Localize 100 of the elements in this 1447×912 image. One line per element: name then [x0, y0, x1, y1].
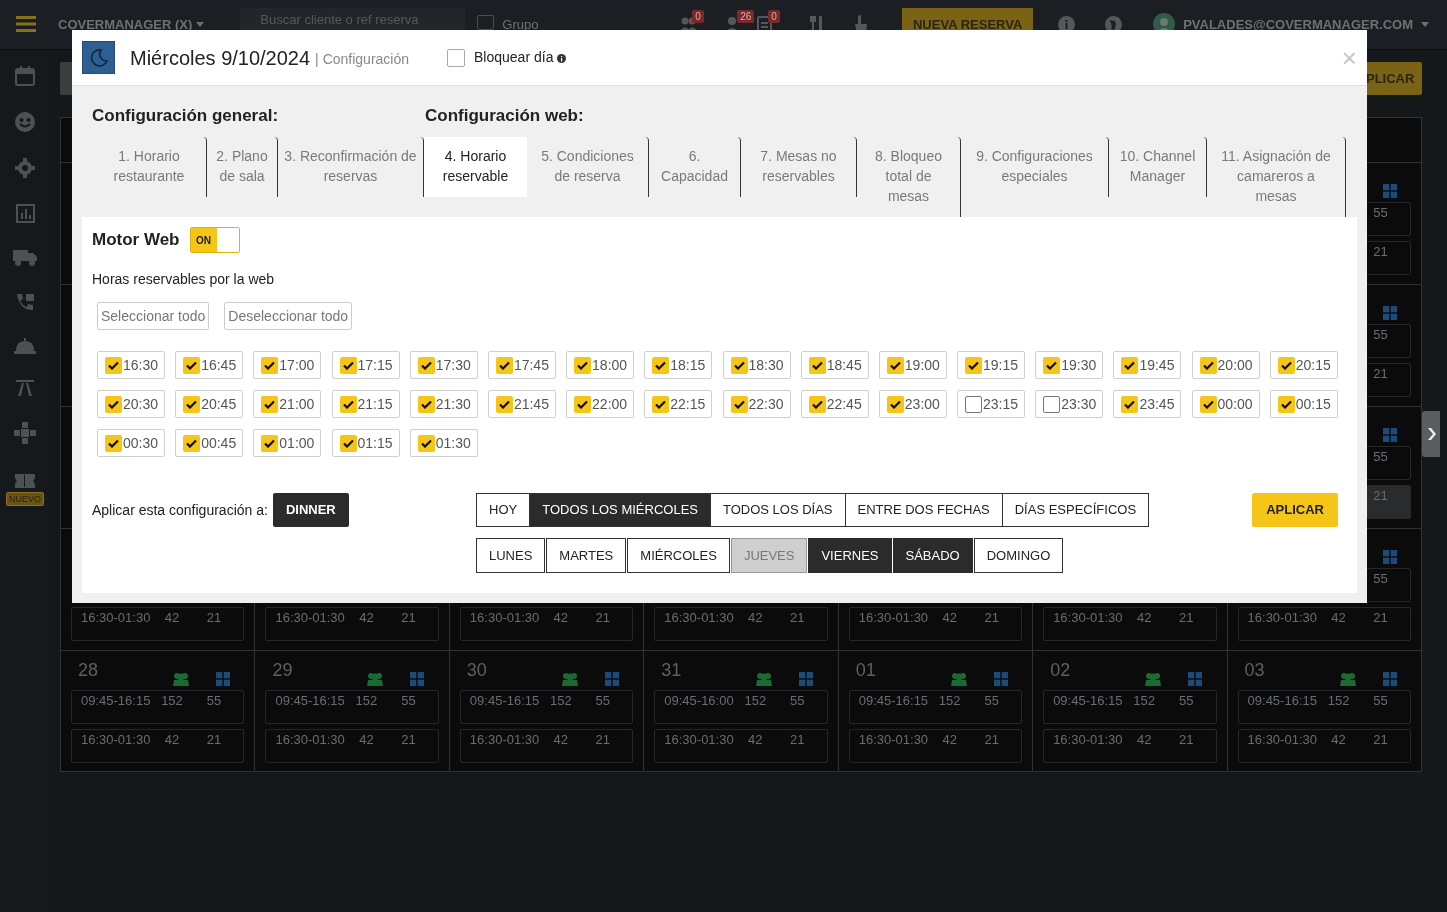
checkbox[interactable]	[652, 395, 670, 413]
time-option[interactable]: 22:30	[722, 390, 791, 418]
time-option[interactable]: 00:00	[1191, 390, 1260, 418]
time-option[interactable]: 19:45	[1113, 351, 1182, 379]
checkbox[interactable]	[730, 395, 748, 413]
time-option[interactable]: 00:30	[97, 429, 165, 457]
checkbox[interactable]	[574, 395, 592, 413]
checkbox[interactable]	[1199, 356, 1217, 374]
checkbox[interactable]	[105, 395, 122, 413]
time-option[interactable]: 22:45	[800, 390, 869, 418]
checkbox[interactable]	[886, 395, 904, 413]
checkbox[interactable]	[808, 395, 826, 413]
time-slot-card[interactable]: 09:45-16:15 152 55	[1043, 690, 1217, 724]
time-option[interactable]: 17:00	[253, 351, 322, 379]
time-option[interactable]: 20:15	[1269, 351, 1338, 379]
time-slot-card[interactable]: 16:30-01:30 42 21	[1237, 607, 1411, 641]
checkbox[interactable]	[965, 356, 983, 374]
time-option[interactable]: 00:15	[1269, 390, 1338, 418]
time-option[interactable]: 00:45	[175, 429, 244, 457]
time-option[interactable]: 19:00	[878, 351, 947, 379]
tab[interactable]: 6. Capacidad	[649, 137, 741, 197]
tab[interactable]: 1. Horario restaurante	[92, 137, 207, 197]
checkbox[interactable]	[417, 356, 435, 374]
time-slot-card[interactable]: 16:30-01:30 42 21	[654, 607, 828, 641]
checkbox[interactable]	[339, 434, 357, 452]
checkbox[interactable]	[1121, 356, 1139, 374]
time-option[interactable]: 18:00	[566, 351, 635, 379]
checkbox[interactable]	[1277, 356, 1295, 374]
tab[interactable]: 7. Mesas no reservables	[741, 137, 857, 197]
checkbox[interactable]	[183, 356, 201, 374]
checkbox[interactable]	[965, 395, 983, 413]
time-option[interactable]: 16:45	[175, 351, 244, 379]
time-slot-card[interactable]: 16:30-01:30 42 21	[654, 729, 828, 763]
time-option[interactable]: 19:30	[1035, 351, 1104, 379]
select-all-button[interactable]: Seleccionar todo	[97, 302, 210, 330]
checkbox[interactable]	[1043, 395, 1061, 413]
weekday-button[interactable]: MARTES	[546, 538, 627, 573]
checkbox[interactable]	[886, 356, 904, 374]
toggle-switch[interactable]: ON	[189, 227, 240, 253]
checkbox[interactable]	[652, 356, 670, 374]
time-option[interactable]: 18:45	[800, 351, 869, 379]
time-slot-card[interactable]: 09:45-16:15 152 55	[265, 690, 439, 724]
time-slot-card[interactable]: 16:30-01:30 42 21	[265, 607, 439, 641]
service-button[interactable]: DINNER	[272, 493, 349, 527]
tab[interactable]: 9. Configuraciones especiales	[961, 137, 1109, 197]
checkbox[interactable]	[1199, 395, 1217, 413]
checkbox[interactable]	[105, 356, 122, 374]
checkbox[interactable]	[808, 356, 826, 374]
time-slot-card[interactable]: 16:30-01:30 42 21	[71, 729, 245, 763]
scope-option[interactable]: TODOS LOS MIÉRCOLES	[529, 493, 711, 527]
checkbox[interactable]	[183, 395, 201, 413]
time-slot-card[interactable]: 16:30-01:30 42 21	[71, 607, 245, 641]
scope-option[interactable]: DÍAS ESPECÍFICOS	[1001, 493, 1150, 527]
time-option[interactable]: 21:45	[487, 390, 556, 418]
time-slot-card[interactable]: 09:45-16:00 152 55	[654, 690, 828, 724]
deselect-all-button[interactable]: Deseleccionar todo	[224, 302, 353, 330]
checkbox[interactable]	[261, 434, 279, 452]
group-checkbox[interactable]	[477, 15, 495, 30]
checkbox[interactable]	[574, 356, 592, 374]
weekday-button[interactable]: VIERNES	[808, 538, 892, 573]
time-option[interactable]: 21:00	[253, 390, 322, 418]
time-option[interactable]: 17:15	[331, 351, 400, 379]
checkbox[interactable]	[1277, 395, 1295, 413]
time-slot-card[interactable]: 16:30-01:30 42 21	[848, 607, 1023, 641]
time-slot-card[interactable]: 16:30-01:30 42 21	[265, 729, 439, 763]
weekday-button[interactable]: SÁBADO	[892, 538, 973, 573]
checkbox[interactable]	[417, 395, 435, 413]
time-option[interactable]: 01:00	[253, 429, 322, 457]
time-option[interactable]: 21:30	[409, 390, 478, 418]
time-option[interactable]: 23:30	[1035, 390, 1104, 418]
time-slot-card[interactable]: 16:30-01:30 42 21	[459, 729, 634, 763]
checkbox[interactable]	[105, 434, 122, 452]
time-option[interactable]: 16:30	[97, 351, 165, 379]
scope-option[interactable]: TODOS LOS DÍAS	[709, 493, 846, 527]
weekday-button[interactable]: LUNES	[476, 538, 546, 573]
time-option[interactable]: 17:45	[487, 351, 556, 379]
time-option[interactable]: 23:15	[957, 390, 1026, 418]
block-day-checkbox[interactable]	[447, 48, 466, 67]
time-slot-card[interactable]: 16:30-01:30 42 21	[848, 729, 1023, 763]
checkbox[interactable]	[417, 434, 435, 452]
time-slot-card[interactable]: 16:30-01:30 42 21	[1237, 729, 1411, 763]
tab[interactable]: 10. Channel Manager	[1109, 137, 1207, 197]
time-option[interactable]: 23:00	[878, 390, 947, 418]
scope-option[interactable]: HOY	[476, 493, 531, 527]
time-slot-card[interactable]: 09:45-16:15 152 55	[71, 690, 245, 724]
scope-option[interactable]: ENTRE DOS FECHAS	[844, 493, 1003, 527]
weekday-button[interactable]: DOMINGO	[973, 538, 1064, 573]
time-option[interactable]: 23:45	[1113, 390, 1182, 418]
checkbox[interactable]	[1121, 395, 1139, 413]
checkbox[interactable]	[339, 356, 357, 374]
checkbox[interactable]	[495, 395, 513, 413]
time-option[interactable]: 01:30	[409, 429, 478, 457]
time-slot-card[interactable]: 16:30-01:30 42 21	[1043, 729, 1217, 763]
time-option[interactable]: 01:15	[331, 429, 400, 457]
checkbox[interactable]	[730, 356, 748, 374]
time-slot-card[interactable]: 09:45-16:15 152 55	[459, 690, 634, 724]
time-option[interactable]: 19:15	[957, 351, 1026, 379]
time-option[interactable]: 21:15	[331, 390, 400, 418]
time-slot-card[interactable]: 09:45-16:15 152 55	[848, 690, 1023, 724]
tab[interactable]: 2. Plano de sala	[207, 137, 278, 197]
